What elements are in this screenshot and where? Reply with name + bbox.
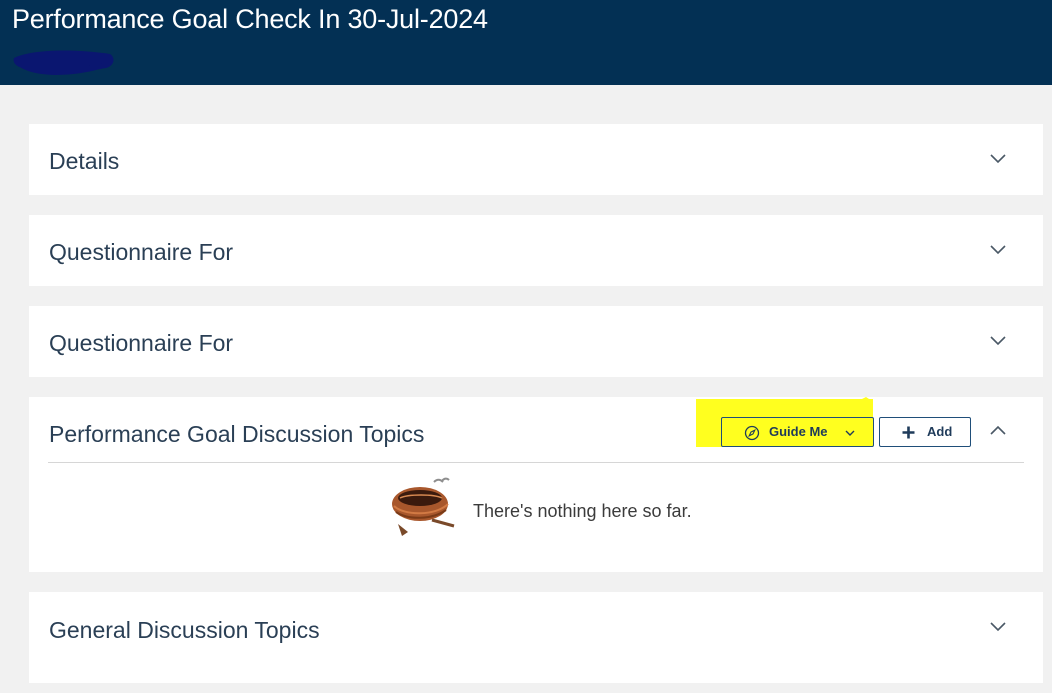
chevron-up-icon[interactable] [985,418,1011,444]
chevron-down-icon[interactable] [985,614,1011,640]
chevron-down-icon[interactable] [985,237,1011,263]
highlight-stroke [780,397,872,407]
section-title: Questionnaire For [49,239,234,265]
chevron-down-icon [845,430,855,436]
chevron-down-icon[interactable] [985,146,1011,172]
section-title: Performance Goal Discussion Topics [49,421,425,447]
guide-me-button[interactable]: Guide Me [721,417,874,447]
section-title: Details [49,148,120,174]
section-general-topics[interactable]: General Discussion Topics [29,592,1043,683]
guide-me-label: Guide Me [769,424,828,439]
redacted-name-scribble [13,50,114,75]
empty-state-message: There's nothing here so far. [473,501,692,521]
section-title: Questionnaire For [49,330,234,356]
compass-icon [744,425,760,441]
page-header: Performance Goal Check In 30-Jul-2024 [0,0,1052,85]
section-questionnaire-1[interactable]: Questionnaire For [29,215,1043,286]
section-divider [48,462,1024,463]
add-topic-button[interactable]: Add [879,417,971,447]
section-details[interactable]: Details [29,124,1043,195]
section-title: General Discussion Topics [49,617,320,643]
plus-icon [902,426,915,439]
page-title: Performance Goal Check In 30-Jul-2024 [12,4,488,34]
empty-nest-icon [392,477,455,536]
section-questionnaire-2[interactable]: Questionnaire For [29,306,1043,377]
add-label: Add [927,424,953,439]
chevron-down-icon[interactable] [985,328,1011,354]
